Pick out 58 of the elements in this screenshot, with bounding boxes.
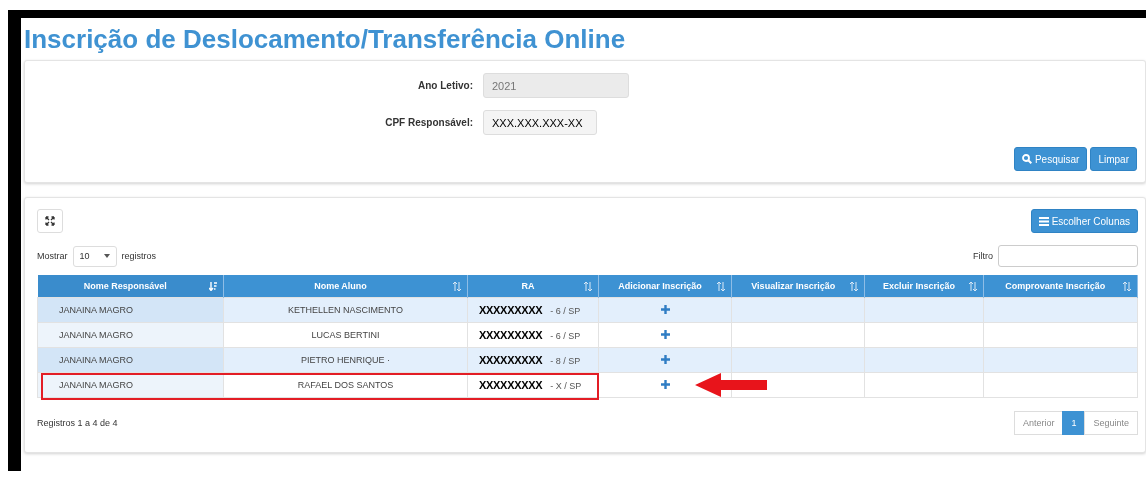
ra-number: XXXXXXXXX [479, 354, 543, 366]
table-cell: JANAINA MAGRO [37, 347, 224, 373]
ra-digit: - 8 / SP [550, 356, 581, 366]
filter-field[interactable] [998, 245, 1138, 267]
field-label: CPF Responsável: [384, 117, 473, 128]
sort-icon [850, 282, 859, 291]
column-header[interactable]: Comprovante Inscrição [983, 275, 1138, 298]
sort-icon [584, 282, 592, 291]
ra-digit: - X / SP [550, 381, 582, 391]
records-info: Registros 1 a 4 de 4 [37, 418, 118, 428]
caret-icon [103, 254, 110, 258]
table-cell: LUCAS BERTINI [223, 322, 468, 348]
arrow-annotation [695, 373, 767, 397]
column-header[interactable]: Adicionar Inscrição [598, 275, 732, 298]
plus-icon [660, 304, 670, 314]
column-header[interactable]: Visualizar Inscrição [731, 275, 865, 298]
show-label: Mostrar [37, 251, 68, 261]
add-button[interactable] [660, 329, 670, 339]
page-title: Inscrição de Deslocamento/Transferência Online [24, 24, 627, 54]
pagination-button[interactable]: 1 [1062, 411, 1086, 435]
search-button[interactable]: Pesquisar [1013, 147, 1088, 171]
page-size-dropdown[interactable]: 10 [72, 245, 117, 267]
add-button[interactable] [660, 379, 670, 389]
plus-icon [660, 379, 670, 389]
sort-icon [1123, 282, 1131, 291]
sort-icon [453, 282, 461, 291]
add-button[interactable] [660, 304, 670, 314]
pagination-button[interactable]: Seguinte [1084, 411, 1138, 435]
table-cell: PIETRO HENRIQUE · [223, 347, 468, 373]
filter-label: Filtro [973, 251, 993, 261]
column-header[interactable]: Nome Responsável [37, 275, 224, 298]
expand-button[interactable] [37, 209, 63, 233]
column-header[interactable]: Excluir Inscrição [864, 275, 984, 298]
expand-icon [45, 216, 55, 226]
sort-icon [717, 282, 725, 291]
input-field[interactable]: XXX.XXX.XXX-XX [483, 110, 597, 135]
column-header[interactable]: RA [467, 275, 599, 298]
column-header[interactable]: Nome Aluno [223, 275, 468, 298]
search-icon [1021, 154, 1032, 164]
sort-descending-icon [209, 282, 217, 291]
field-label: Ano Letivo: [417, 80, 473, 91]
clear-button[interactable]: Limpar [1090, 147, 1137, 171]
table-cell: JANAINA MAGRO [37, 297, 224, 323]
pagination-button[interactable]: Anterior [1013, 411, 1064, 435]
table-cell: KETHELLEN NASCIMENTO [223, 297, 468, 323]
records-label: registros [121, 251, 157, 261]
add-button[interactable] [660, 354, 670, 364]
ra-number: XXXXXXXXX [479, 304, 543, 316]
table-cell: JANAINA MAGRO [37, 322, 224, 348]
sort-icon [968, 282, 977, 291]
ra-number: XXXXXXXXX [479, 329, 543, 341]
ra-digit: - 6 / SP [550, 306, 581, 316]
plus-icon [660, 354, 670, 364]
choose-columns-button[interactable]: Escolher Colunas [1030, 209, 1138, 233]
plus-icon [660, 329, 670, 339]
list-icon [1038, 216, 1049, 226]
ra-number: XXXXXXXXX [479, 379, 543, 391]
ra-digit: - 6 / SP [550, 331, 581, 341]
